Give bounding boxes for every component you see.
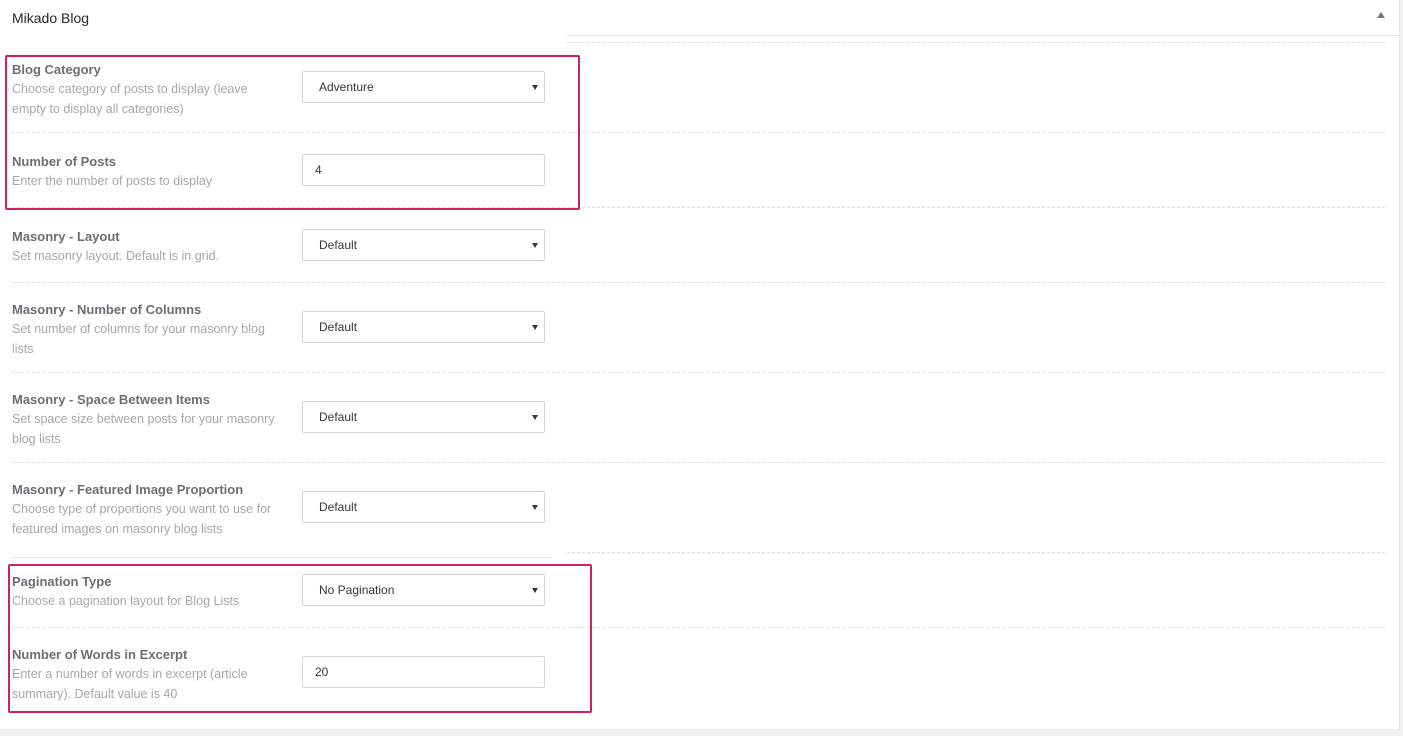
masonry-proportion-desc: Choose type of proportions you want to u… xyxy=(12,502,272,536)
section-divider xyxy=(12,557,552,558)
masonry-proportion-label: Masonry - Featured Image Proportion xyxy=(12,482,244,497)
masonry-columns-label: Masonry - Number of Columns xyxy=(12,302,202,317)
masonry-space-value: Default xyxy=(319,410,358,424)
panel-title: Mikado Blog xyxy=(12,10,90,26)
highlight-box-top xyxy=(5,55,580,210)
row-divider xyxy=(12,372,1385,373)
masonry-layout-desc: Set masonry layout. Default is in grid. xyxy=(12,249,220,263)
row-divider xyxy=(12,462,1385,463)
collapse-toggle-icon[interactable] xyxy=(1377,12,1385,18)
row-divider xyxy=(12,282,1385,283)
masonry-columns-value: Default xyxy=(319,320,358,334)
masonry-columns-desc: Set number of columns for your masonry b… xyxy=(12,322,265,356)
highlight-box-bottom xyxy=(8,564,592,713)
header-divider xyxy=(567,35,1399,36)
masonry-layout-label: Masonry - Layout xyxy=(12,229,120,244)
masonry-proportion-select[interactable]: Default xyxy=(302,491,545,523)
masonry-proportion-value: Default xyxy=(319,500,358,514)
masonry-space-desc: Set space size between posts for your ma… xyxy=(12,412,275,446)
mikado-blog-panel: Mikado Blog Blog Category Choose categor… xyxy=(0,0,1400,729)
masonry-space-select[interactable]: Default xyxy=(302,401,545,433)
row-divider xyxy=(567,42,1385,43)
masonry-layout-select[interactable]: Default xyxy=(302,229,545,261)
masonry-layout-value: Default xyxy=(319,238,358,252)
row-divider xyxy=(567,552,1385,553)
masonry-space-label: Masonry - Space Between Items xyxy=(12,392,210,407)
masonry-columns-select[interactable]: Default xyxy=(302,311,545,343)
